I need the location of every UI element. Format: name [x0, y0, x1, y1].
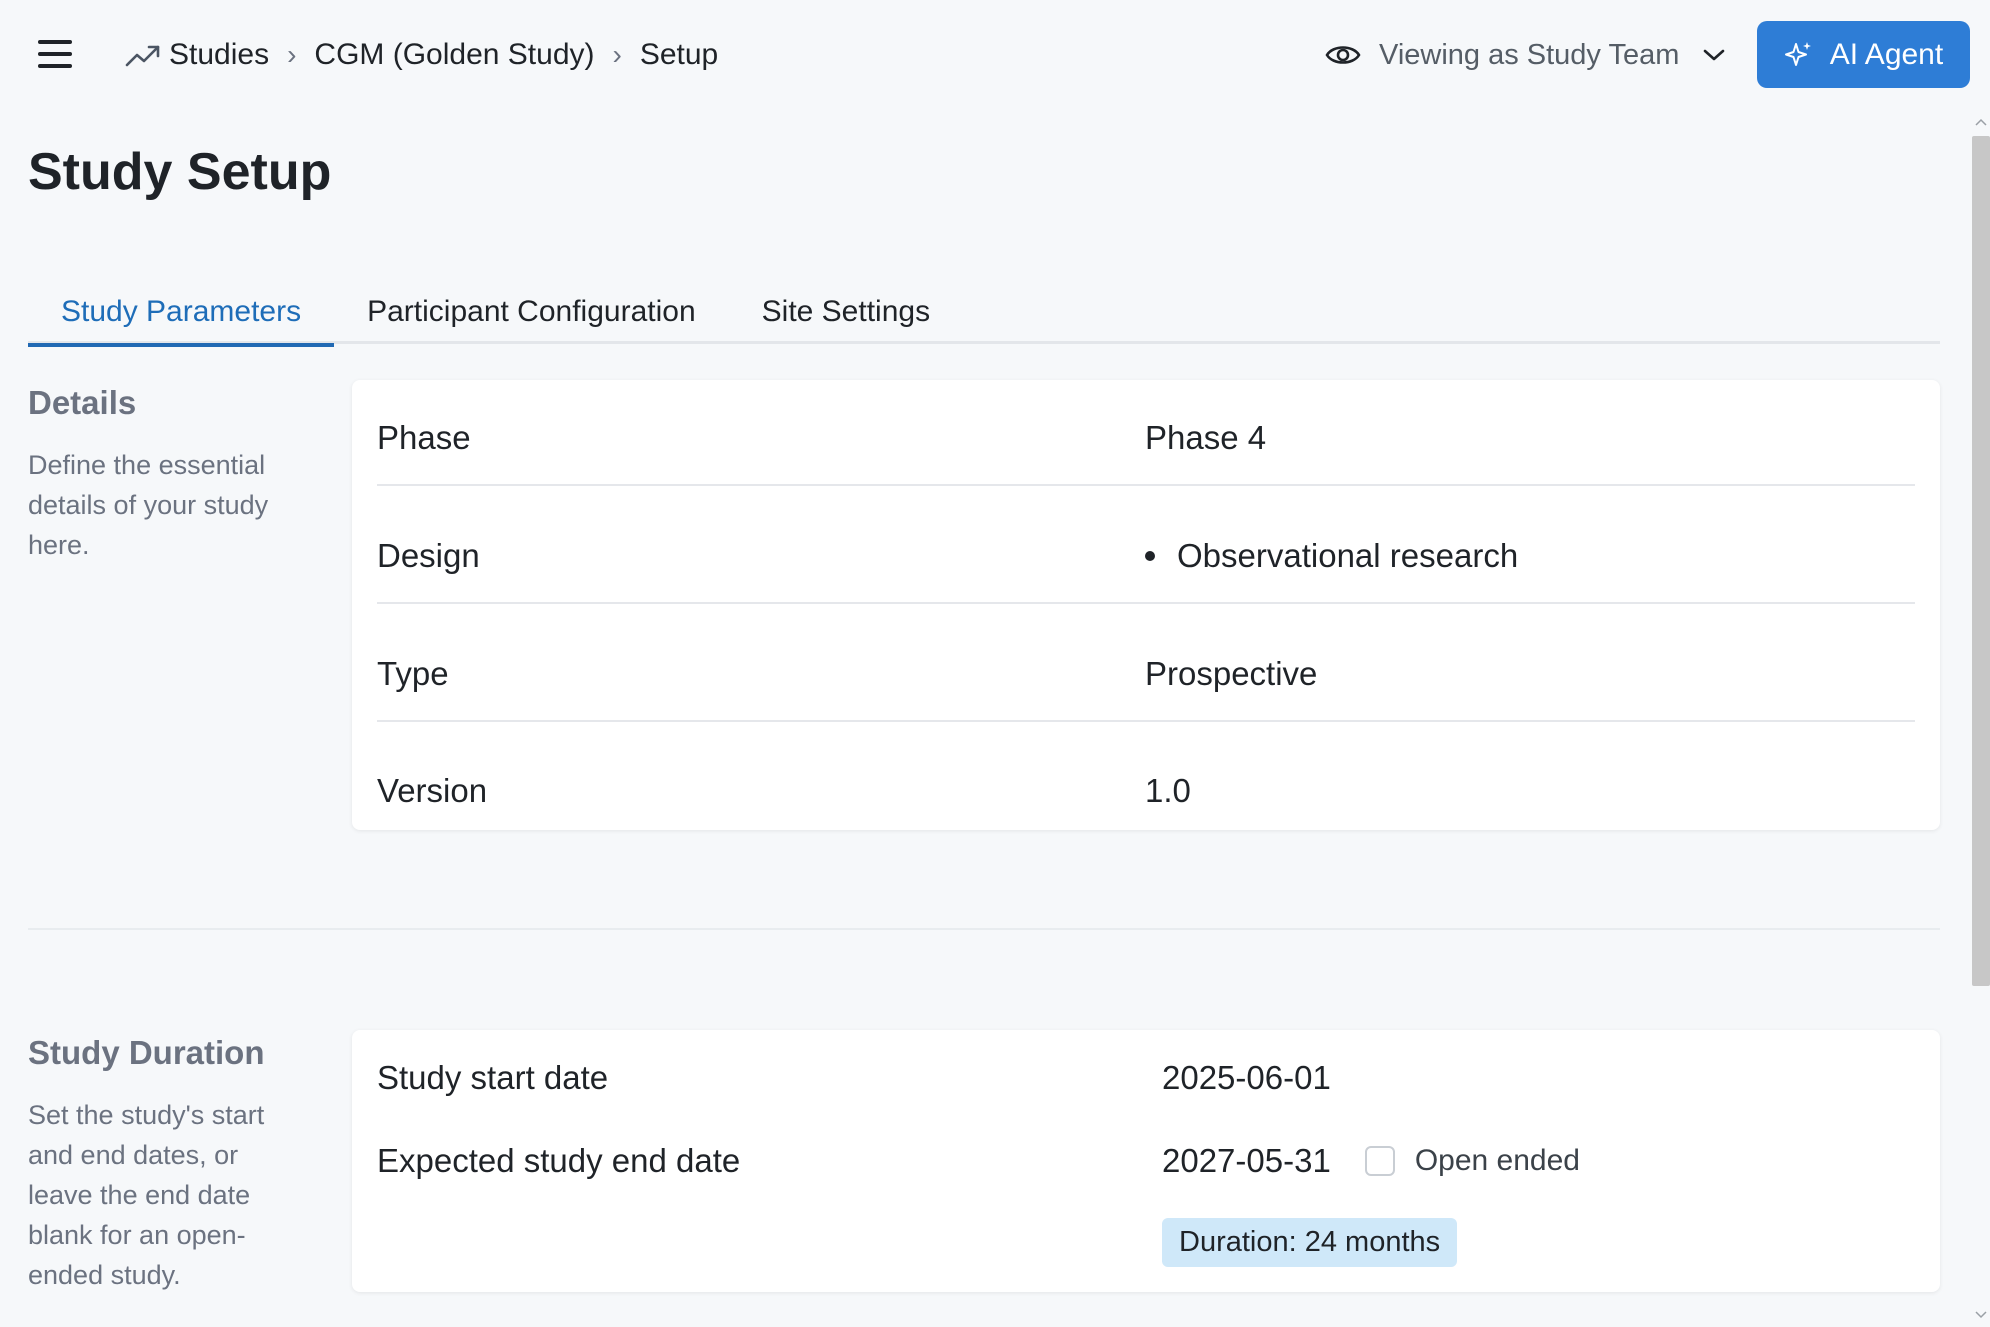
divider [377, 602, 1915, 604]
duration-section-title: Study Duration [28, 1034, 265, 1071]
ai-agent-button[interactable]: AI Agent [1757, 21, 1970, 88]
section-divider [28, 928, 1940, 930]
tab-bar: Study Parameters Participant Configurati… [28, 280, 1940, 347]
scroll-down-icon[interactable] [1975, 1311, 1987, 1319]
scrollbar[interactable] [1972, 110, 1990, 1327]
version-value[interactable]: 1.0 [1145, 772, 1191, 810]
breadcrumb-current: Setup [639, 38, 719, 71]
view-as-dropdown[interactable]: Viewing as Study Team [1325, 30, 1725, 80]
chevron-down-icon [1704, 49, 1725, 61]
ai-agent-label: AI Agent [1829, 37, 1944, 71]
tab-participant-configuration[interactable]: Participant Configuration [334, 280, 729, 344]
tab-study-parameters[interactable]: Study Parameters [28, 280, 335, 347]
details-section-title: Details [28, 384, 137, 421]
divider [377, 484, 1915, 486]
divider [377, 720, 1915, 722]
breadcrumb-chevron-icon: › [612, 39, 622, 70]
scroll-up-icon[interactable] [1975, 118, 1987, 126]
tab-site-settings[interactable]: Site Settings [729, 280, 963, 344]
duration-card: Study start date 2025-06-01 Expected stu… [352, 1030, 1940, 1292]
start-date-row: Study start date 2025-06-01 [377, 1048, 1915, 1108]
breadcrumb-chevron-icon: › [287, 39, 297, 70]
details-card: Phase Phase 4 Design Observational resea… [352, 380, 1940, 830]
details-row-design: Design Observational research [377, 526, 1915, 586]
start-date-value[interactable]: 2025-06-01 [1162, 1059, 1331, 1097]
end-date-field: 2027-05-31 Open ended [1162, 1142, 1580, 1180]
trending-up-icon [125, 45, 160, 67]
breadcrumb: Studies › CGM (Golden Study) › Setup [125, 32, 718, 78]
open-ended-label[interactable]: Open ended [1415, 1144, 1580, 1178]
scrollbar-thumb[interactable] [1972, 136, 1990, 986]
phase-value[interactable]: Phase 4 [1145, 419, 1266, 457]
bullet-icon [1145, 551, 1155, 561]
details-section-description: Define the essential details of your stu… [28, 450, 269, 560]
details-row-version: Version 1.0 [377, 761, 1915, 821]
end-date-value[interactable]: 2027-05-31 [1162, 1142, 1331, 1180]
end-date-row: Expected study end date 2027-05-31 Open … [377, 1131, 1915, 1191]
hamburger-menu-icon[interactable] [38, 40, 72, 68]
open-ended-checkbox[interactable] [1364, 1146, 1395, 1176]
design-value-text: Observational research [1177, 537, 1519, 574]
breadcrumb-studies[interactable]: Studies [169, 38, 269, 72]
top-bar: Studies › CGM (Golden Study) › Setup Vie… [0, 0, 1990, 110]
type-label: Type [377, 655, 449, 692]
view-as-label: Viewing as Study Team [1379, 38, 1680, 71]
page-title: Study Setup [28, 143, 332, 201]
end-date-label: Expected study end date [377, 1142, 741, 1179]
version-label: Version [377, 772, 488, 809]
phase-label: Phase [377, 419, 471, 456]
eye-icon [1325, 46, 1361, 64]
details-row-phase: Phase Phase 4 [377, 408, 1915, 468]
type-value[interactable]: Prospective [1145, 655, 1317, 693]
sparkles-icon [1784, 41, 1811, 66]
duration-badge: Duration: 24 months [1162, 1218, 1458, 1267]
duration-section-description: Set the study's start and end dates, or … [28, 1100, 265, 1290]
design-value[interactable]: Observational research [1145, 537, 1518, 575]
breadcrumb-study[interactable]: CGM (Golden Study) [314, 38, 594, 72]
details-row-type: Type Prospective [377, 644, 1915, 704]
design-label: Design [377, 537, 480, 574]
start-date-label: Study start date [377, 1059, 609, 1096]
